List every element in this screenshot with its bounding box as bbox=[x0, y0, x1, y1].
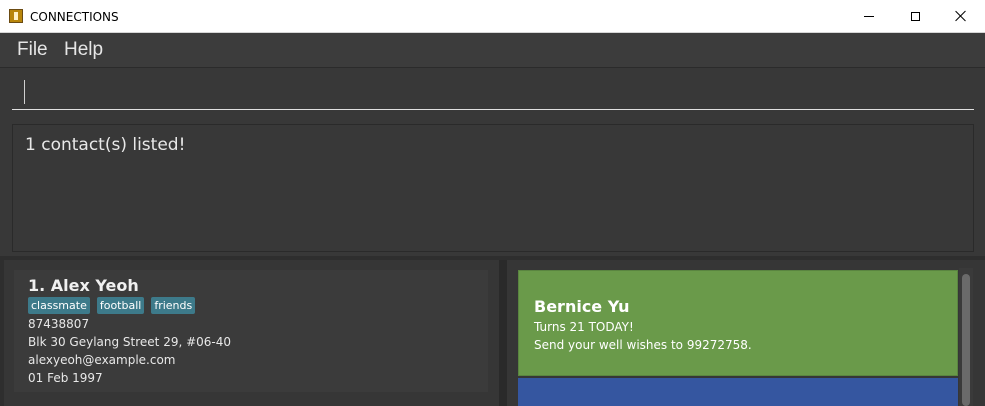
minimize-button[interactable] bbox=[846, 0, 892, 32]
minimize-icon bbox=[864, 15, 874, 17]
tag-list: classmate football friends bbox=[28, 297, 196, 314]
person-card[interactable]: 1. Alex Yeoh classmate football friends … bbox=[14, 270, 488, 392]
app-icon bbox=[9, 9, 23, 23]
maximize-button[interactable] bbox=[892, 0, 938, 32]
window-titlebar: CONNECTIONS bbox=[0, 0, 985, 33]
window-title: CONNECTIONS bbox=[30, 10, 119, 24]
command-input[interactable] bbox=[12, 76, 974, 110]
maximize-icon bbox=[910, 11, 920, 21]
result-display: 1 contact(s) listed! bbox=[12, 124, 974, 252]
text-caret bbox=[24, 80, 25, 104]
person-name: 1. Alex Yeoh bbox=[28, 276, 139, 295]
scrollbar-thumb[interactable] bbox=[962, 274, 970, 406]
result-message: 1 contact(s) listed! bbox=[25, 135, 186, 155]
command-box bbox=[0, 68, 985, 118]
tag-friends: friends bbox=[151, 297, 196, 314]
menu-file[interactable]: File bbox=[17, 39, 48, 61]
person-phone: 87438807 bbox=[28, 317, 90, 331]
tag-football: football bbox=[96, 297, 145, 314]
menu-bar: File Help bbox=[0, 33, 985, 68]
close-icon bbox=[955, 10, 967, 22]
split-pane-divider[interactable] bbox=[499, 260, 507, 406]
birthday-message: Turns 21 TODAY! bbox=[534, 320, 634, 334]
birthday-reminder-card[interactable]: Bernice Yu Turns 21 TODAY! Send your wel… bbox=[518, 270, 958, 376]
close-button[interactable] bbox=[938, 0, 984, 32]
person-address: Blk 30 Geylang Street 29, #06-40 bbox=[28, 335, 232, 349]
menu-help[interactable]: Help bbox=[64, 39, 103, 61]
tag-classmate: classmate bbox=[28, 297, 90, 314]
birthday-person-name: Bernice Yu bbox=[534, 297, 630, 316]
person-birthday: 01 Feb 1997 bbox=[28, 371, 103, 385]
birthday-wish-prompt: Send your well wishes to 99272758. bbox=[534, 338, 752, 352]
person-email: alexyeoh@example.com bbox=[28, 353, 176, 367]
birthday-reminder-card-next[interactable] bbox=[518, 378, 958, 406]
